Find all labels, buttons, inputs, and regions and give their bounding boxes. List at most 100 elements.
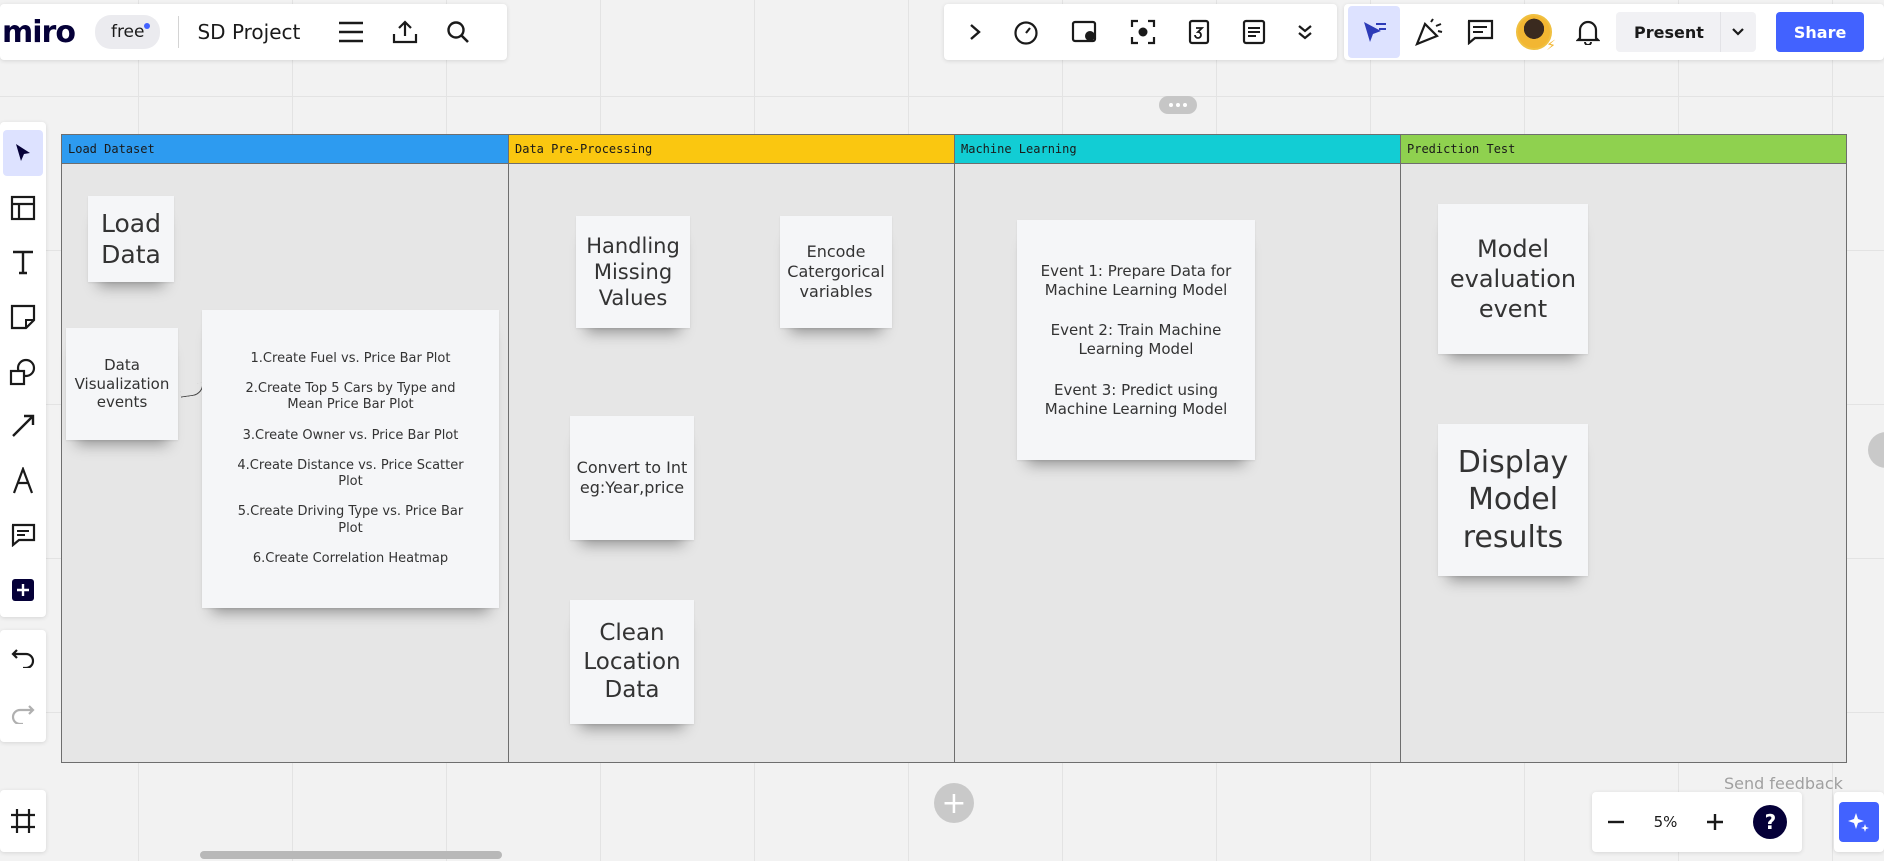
sticky-note-model-evaluation[interactable]: Model evaluation event	[1438, 204, 1588, 354]
board-tools-toolbar	[944, 4, 1337, 60]
miro-logo[interactable]: miro	[2, 15, 76, 50]
sticky-note-encode-categorical[interactable]: Encode Catergorical variables	[780, 216, 892, 328]
add-frame-button[interactable]: +	[934, 783, 974, 823]
dot-icon	[1169, 103, 1173, 107]
sticky-text: Data	[604, 677, 660, 704]
cursor-visibility-icon[interactable]	[1348, 6, 1400, 58]
chevron-double-down-icon[interactable]	[1297, 23, 1313, 41]
user-avatar[interactable]: ⚡	[1516, 14, 1556, 54]
sticky-note-visualization-list[interactable]: 1.Create Fuel vs. Price Bar Plot 2.Creat…	[202, 310, 499, 608]
frame-header: Prediction Test	[1401, 135, 1846, 164]
sticky-text: Load	[101, 208, 161, 238]
zoom-in-icon[interactable]	[1706, 813, 1724, 831]
divider	[178, 16, 180, 48]
frames-toolbar	[0, 790, 46, 852]
plan-badge[interactable]: free	[94, 15, 161, 49]
celebrate-icon[interactable]	[1414, 17, 1444, 47]
pen-icon[interactable]	[0, 453, 46, 508]
chevron-right-icon[interactable]	[968, 23, 982, 41]
sticky-note-clean-location-data[interactable]: Clean Location Data	[570, 600, 694, 724]
search-icon[interactable]	[446, 20, 470, 44]
history-toolbar	[0, 630, 46, 742]
sticky-text: event	[1478, 295, 1548, 323]
zoom-controls: 5% ?	[1592, 792, 1802, 852]
sticky-note-ml-events[interactable]: Event 1: Prepare Data for Machine Learni…	[1017, 220, 1255, 460]
sticky-text: Convert to Int	[576, 458, 688, 477]
sticky-note-load-data[interactable]: Load Data	[88, 196, 174, 282]
sticky-note-convert-to-int[interactable]: Convert to Int eg:Year,price	[570, 416, 694, 540]
sticky-text: results	[1462, 519, 1564, 555]
notification-dot	[144, 23, 151, 29]
sticky-text: 1.Create Fuel vs. Price Bar Plot	[250, 350, 451, 366]
select-tool[interactable]	[0, 126, 46, 181]
sticky-text: Event 1: Prepare Data for Machine Learni…	[1040, 261, 1232, 299]
menu-icon[interactable]	[338, 21, 364, 43]
notes-icon[interactable]	[1242, 19, 1266, 45]
sticky-text: 4.Create Distance vs. Price Scatter Plot	[237, 457, 464, 490]
sticky-text: Display	[1457, 444, 1569, 480]
connection-line-icon[interactable]	[0, 399, 46, 454]
sticky-text: 3.Create Owner vs. Price Bar Plot	[242, 427, 459, 443]
more-apps-icon[interactable]	[0, 563, 46, 618]
sticky-text: Missing	[593, 259, 673, 284]
shapes-icon[interactable]	[0, 344, 46, 399]
board-name[interactable]: SD Project	[197, 20, 300, 44]
bell-icon[interactable]	[1576, 19, 1600, 45]
sticky-text: Model	[1467, 482, 1559, 518]
dot-icon	[1176, 103, 1180, 107]
sticky-text: eg:Year,price	[579, 478, 685, 497]
zoom-out-icon[interactable]	[1607, 820, 1625, 824]
comment-icon[interactable]	[0, 508, 46, 563]
collaboration-toolbar: ⚡ Present Share	[1344, 4, 1884, 60]
send-feedback-link[interactable]: Send feedback	[1724, 774, 1843, 793]
plan-badge-label: free	[110, 22, 145, 42]
share-button[interactable]: Share	[1775, 12, 1865, 52]
sticky-text: Data	[101, 240, 161, 269]
present-button[interactable]: Present	[1616, 12, 1756, 52]
frame-header: Load Dataset	[62, 135, 508, 164]
sticky-note-data-visualization[interactable]: Data Visualization events	[66, 328, 178, 440]
ai-assist-button[interactable]	[1839, 802, 1879, 842]
sticky-text: Data	[104, 355, 140, 374]
creation-toolbar	[0, 122, 46, 617]
add-frame-right-button[interactable]	[1868, 432, 1884, 468]
sticky-text: events	[96, 393, 148, 412]
sticky-text: Encode	[806, 242, 866, 261]
comments-icon[interactable]	[1466, 19, 1494, 45]
dot-icon	[1183, 103, 1187, 107]
sticky-note-icon[interactable]	[0, 290, 46, 345]
sticky-text: 2.Create Top 5 Cars by Type and Mean Pri…	[245, 381, 456, 413]
ai-panel	[1834, 792, 1884, 852]
voting-icon[interactable]	[1188, 19, 1210, 45]
sticky-note-display-results[interactable]: Display Model results	[1438, 424, 1588, 576]
templates-icon[interactable]	[0, 181, 46, 236]
zoom-level[interactable]: 5%	[1654, 813, 1678, 831]
frame-icon[interactable]	[10, 808, 36, 834]
sticky-text: Values	[598, 286, 668, 311]
present-label: Present	[1634, 22, 1704, 42]
frame-header: Machine Learning	[955, 135, 1400, 164]
frame-more-options[interactable]	[1159, 96, 1197, 114]
sticky-text: Clean	[599, 619, 665, 646]
help-button[interactable]: ?	[1753, 805, 1788, 839]
sticky-text: 6.Create Correlation Heatmap	[252, 550, 449, 566]
timer-icon[interactable]	[1013, 19, 1039, 45]
sticky-text: Event 2: Train Machine Learning Model	[1050, 321, 1222, 358]
text-icon[interactable]	[0, 235, 46, 290]
video-chat-icon[interactable]	[1071, 19, 1099, 45]
undo-icon[interactable]	[11, 648, 35, 668]
redo-icon[interactable]	[11, 704, 35, 724]
sticky-text: 5.Create Driving Type vs. Price Bar Plot	[237, 504, 464, 536]
lightning-icon: ⚡	[1546, 38, 1556, 54]
horizontal-scrollbar[interactable]	[200, 851, 502, 859]
frame-header: Data Pre-Processing	[509, 135, 954, 164]
sticky-text: Catergorical	[787, 262, 885, 281]
export-icon[interactable]	[392, 20, 418, 44]
sticky-text: variables	[799, 282, 873, 301]
chevron-down-icon[interactable]	[1719, 12, 1756, 52]
sparkle-icon	[1848, 813, 1869, 832]
focus-icon[interactable]	[1130, 19, 1156, 45]
sticky-text: Visualization	[74, 374, 170, 393]
board-header: miro free SD Project	[0, 4, 507, 60]
sticky-note-handling-missing-values[interactable]: Handling Missing Values	[576, 216, 690, 328]
